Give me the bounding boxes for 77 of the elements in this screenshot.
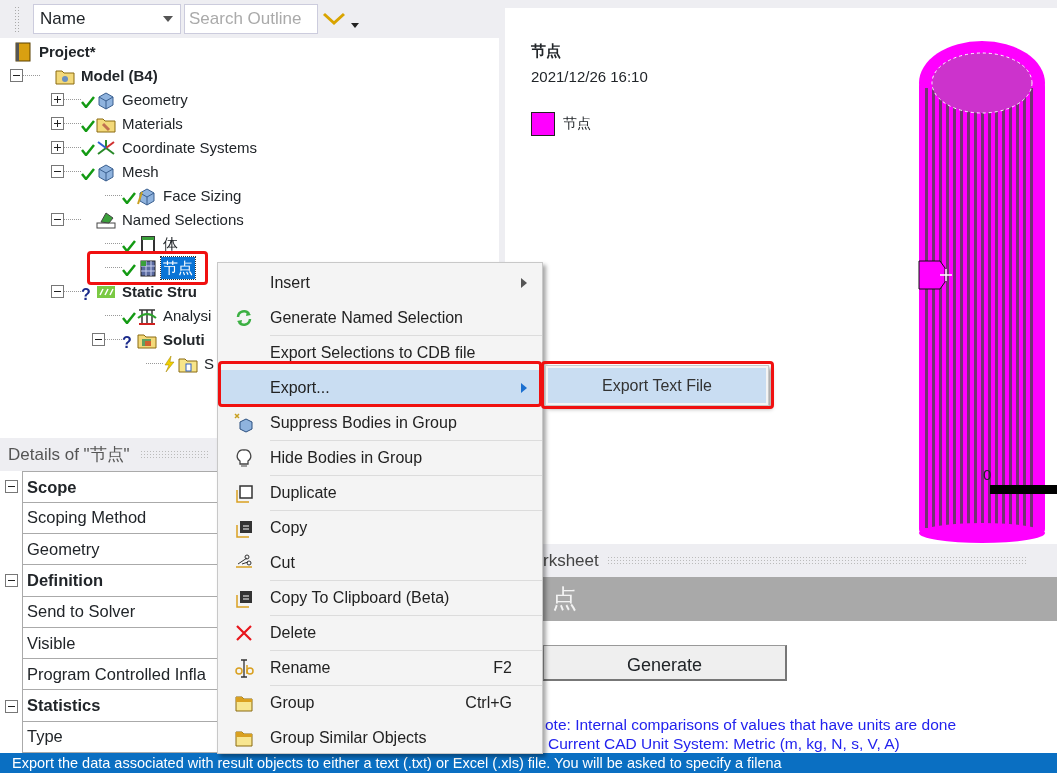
scale-bar [990, 485, 1057, 494]
collapse-toggle[interactable] [51, 165, 64, 179]
collapse-toggle[interactable] [4, 480, 18, 494]
property-label: Type [27, 726, 63, 748]
panel-title: rksheet [543, 549, 599, 572]
property-label: Geometry [27, 538, 100, 560]
menu-item[interactable]: Delete [218, 615, 542, 650]
scale-label: 0 [983, 465, 992, 485]
category-label: Scope [27, 476, 77, 498]
status-mark: ? [81, 284, 92, 303]
tree-item[interactable]: Soluti [161, 328, 207, 352]
tree-item[interactable]: Named Selections [120, 208, 246, 232]
menu-item[interactable]: Suppress Bodies in Group [218, 405, 542, 440]
search-field[interactable]: Search Outline [184, 3, 318, 34]
collapse-toggle[interactable] [4, 574, 18, 588]
generate-button[interactable]: Generate [543, 645, 787, 681]
worksheet-title: 点 [552, 583, 577, 615]
panel-title: Details of "节点" [8, 444, 130, 467]
expand-toggle[interactable] [51, 93, 64, 107]
category-label: Statistics [27, 695, 101, 717]
node-marker [918, 260, 954, 290]
expand-toggle[interactable] [51, 117, 64, 131]
sort-dropdown[interactable]: Name [33, 3, 181, 34]
menu-item[interactable]: Rename F2 [218, 650, 542, 685]
status-mark: ? [122, 332, 133, 351]
tree-item[interactable]: Mesh [120, 160, 161, 184]
menu-item[interactable]: Hide Bodies in Group [218, 440, 542, 475]
collapse-toggle[interactable] [4, 699, 18, 713]
menu-item[interactable]: Group Similar Objects [218, 720, 542, 755]
tree-item[interactable]: Face Sizing [161, 184, 244, 208]
property-label: Send to Solver [27, 601, 136, 623]
collapse-toggle[interactable] [51, 285, 64, 299]
tree-item[interactable]: 体 [161, 232, 180, 256]
menu-item[interactable]: Generate Named Selection [218, 300, 542, 335]
unit-system-text: Current CAD Unit System: Metric (m, kg, N, s, V, A) [548, 734, 901, 753]
tree-item[interactable]: Analysi [161, 304, 214, 328]
menu-item[interactable]: Duplicate [218, 475, 542, 510]
collapse-toggle[interactable] [51, 213, 64, 227]
status-bar: Export the data associated with result objects to either a text (.txt) or Excel (.xls) file. You will be asked to specify a filena [0, 753, 1057, 773]
legend-label: 节点 [563, 114, 591, 134]
submenu-arrow-icon [520, 277, 528, 290]
timestamp: 2021/12/26 16:10 [531, 67, 648, 87]
property-label: Visible [27, 632, 76, 654]
collapse-toggle[interactable] [92, 333, 105, 347]
menu-item[interactable]: Insert [218, 265, 542, 300]
tree-item[interactable]: Project* [37, 40, 98, 64]
tree-item[interactable]: S [202, 352, 216, 376]
refresh-icon [234, 307, 254, 328]
tree-item[interactable]: Coordinate Systems [120, 136, 260, 160]
menu-item[interactable]: Copy [218, 510, 542, 545]
menu-item[interactable]: Export Text File [548, 368, 766, 403]
property-label: Scoping Method [27, 507, 147, 529]
tree-item[interactable]: Static Stru [120, 280, 199, 304]
category-label: Definition [27, 570, 104, 591]
duplicate-icon [234, 482, 254, 503]
axes-icon [95, 137, 117, 158]
menu-item[interactable]: Group Ctrl+G [218, 685, 542, 720]
menu-item[interactable]: Export Selections to CDB file [218, 335, 542, 370]
tree-item[interactable]: Materials [120, 112, 185, 136]
submenu-arrow-icon [520, 382, 528, 395]
expand-toggle[interactable] [51, 141, 64, 155]
close-icon [234, 622, 254, 643]
menu-item[interactable]: Export... [218, 370, 542, 405]
tree-item[interactable]: 节点 [161, 256, 195, 280]
result-title: 节点 [531, 41, 561, 61]
tree-item[interactable]: Geometry [120, 88, 190, 112]
menu-item[interactable]: Copy To Clipboard (Beta) [218, 580, 542, 615]
tree-item[interactable]: Model (B4) [79, 64, 160, 88]
caret-icon [162, 14, 174, 23]
menu-item[interactable]: Cut [218, 545, 542, 580]
bulb-icon [234, 447, 254, 468]
collapse-toggle[interactable] [10, 69, 23, 83]
cube-icon [234, 412, 254, 433]
note-text: ote: Internal comparisons of values that have units are done [545, 715, 957, 734]
property-label: Program Controlled Infla [27, 663, 206, 685]
rename-icon [234, 657, 254, 678]
book-icon [12, 41, 34, 62]
